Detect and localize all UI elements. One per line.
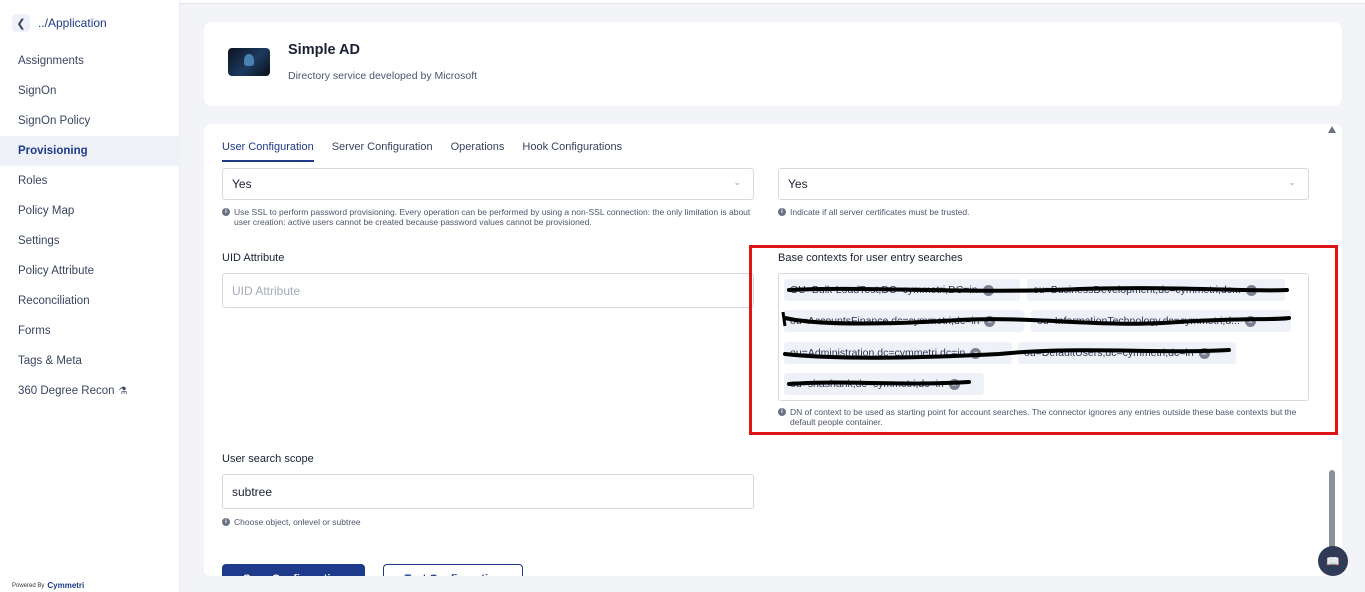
sidebar-item-roles[interactable]: Roles [0,166,180,196]
context-chip: ou=shashank,dc=cymmetri,dc=in × [784,373,984,395]
chip-label: ou=AccountsFinance,dc=cymmetri,dc=in [790,315,980,327]
app-title: Simple AD [288,42,360,58]
search-scope-value: subtree [232,484,273,499]
trust-hint: i Indicate if all server certificates mu… [778,207,1309,217]
search-scope-hint-text: Choose object, onlevel or subtree [234,517,361,527]
ssl-select[interactable]: Yes ⌄ [222,168,754,200]
back-label[interactable]: ../Application [38,16,107,30]
back-link[interactable]: ❮ ../Application [12,14,107,32]
trust-hint-text: Indicate if all server certificates must… [790,207,970,217]
sidebar-item-provisioning[interactable]: Provisioning [0,136,180,166]
chip-label: OU=Bulk-LoadTest,DC=cymmetri,DC=in [790,284,978,296]
ssl-select-value: Yes [232,177,252,191]
ssl-hint-text: Use SSL to perform password provisioning… [234,207,751,227]
base-contexts-hint-text: DN of context to be used as starting poi… [790,407,1297,427]
sidebar-item-label: Provisioning [18,145,88,157]
sidebar-item-settings[interactable]: Settings [0,226,180,256]
sidebar-item-forms[interactable]: Forms [0,316,180,346]
base-contexts-hint: i DN of context to be used as starting p… [778,407,1309,427]
powered-by: Powered By Cymmetri [12,581,84,590]
powered-by-label: Powered By [12,582,45,589]
context-chip: OU=Bulk-LoadTest,DC=cymmetri,DC=in × [784,279,1020,301]
sidebar-item-360-recon[interactable]: 360 Degree Recon ⚗ [0,376,180,406]
sidebar-item-label: Settings [18,235,60,247]
uid-placeholder: UID Attribute [232,283,301,298]
sidebar-item-policy-map[interactable]: Policy Map [0,196,180,226]
sidebar-item-label: Reconciliation [18,295,90,307]
remove-chip-icon[interactable]: × [948,378,960,390]
test-configuration-button[interactable]: Test Configuration [383,564,523,576]
sidebar-item-reconciliation[interactable]: Reconciliation [0,286,180,316]
sidebar-item-label: 360 Degree Recon [18,385,115,397]
sidebar-item-label: Assignments [18,55,84,67]
chevron-left-icon[interactable]: ❮ [12,14,30,32]
sidebar-nav: Assignments SignOn SignOn Policy Provisi… [0,46,180,406]
chip-label: ou=InformationTechnology,dc=cymmetri,d..… [1037,315,1240,327]
base-contexts-input[interactable]: OU=Bulk-LoadTest,DC=cymmetri,DC=in × ou=B… [778,273,1309,401]
app-logo [228,48,270,76]
tab-server-configuration[interactable]: Server Configuration [332,141,433,162]
uid-label: UID Attribute [222,252,285,264]
brand-logo: Cymmetri [47,581,85,590]
trust-select-value: Yes [788,177,808,191]
sidebar-item-label: Roles [18,175,48,187]
context-chip: ou=InformationTechnology,dc=cymmetri,d..… [1031,310,1291,332]
sidebar-item-label: Policy Map [18,205,75,217]
sidebar-item-signon[interactable]: SignOn [0,76,180,106]
sidebar-item-tags-meta[interactable]: Tags & Meta [0,346,180,376]
sidebar: ❮ ../Application Assignments SignOn Sign… [0,0,180,592]
uid-input[interactable]: UID Attribute [222,273,754,308]
trust-certificates-select[interactable]: Yes ⌄ [778,168,1309,200]
tab-operations[interactable]: Operations [451,141,505,162]
sidebar-item-label: SignOn [18,85,57,97]
context-chip: ou=Administration,dc=cymmetri,dc=in × [784,342,1012,364]
context-chip: ou=BusinessDevelopment,dc=cymmetri,dc...… [1027,279,1285,301]
app-subtitle: Directory service developed by Microsoft [288,70,478,82]
app-header-card: Simple AD Directory service developed by… [204,22,1342,106]
chevron-down-icon: ⌄ [1288,177,1296,187]
sidebar-item-assignments[interactable]: Assignments [0,46,180,76]
chip-label: ou=BusinessDevelopment,dc=cymmetri,dc... [1033,284,1241,296]
sidebar-item-label: Forms [18,325,51,337]
remove-chip-icon[interactable]: × [982,284,994,296]
info-icon: i [222,208,230,216]
info-icon: i [778,208,786,216]
scroll-up-icon[interactable] [1328,126,1336,133]
info-icon: i [222,518,230,526]
chip-label: ou=shashank,dc=cymmetri,dc=in [790,378,944,390]
chip-label: ou=Administration,dc=cymmetri,dc=in [790,347,966,359]
sidebar-item-policy-attribute[interactable]: Policy Attribute [0,256,180,286]
search-scope-label: User search scope [222,453,314,465]
flask-icon: ⚗ [118,385,128,397]
remove-chip-icon[interactable]: × [984,315,996,327]
context-chip: ou=AccountsFinance,dc=cymmetri,dc=in × [784,310,1024,332]
remove-chip-icon[interactable]: × [1244,315,1256,327]
sidebar-item-label: SignOn Policy [18,115,91,127]
remove-chip-icon[interactable]: × [1245,284,1257,296]
search-scope-hint: i Choose object, onlevel or subtree [222,517,754,527]
provisioning-card: User Configuration Server Configuration … [204,124,1342,576]
tab-user-configuration[interactable]: User Configuration [222,141,314,162]
info-icon: i [778,408,786,416]
remove-chip-icon[interactable]: × [970,347,982,359]
save-configuration-button[interactable]: Save Configuration [222,564,365,576]
remove-chip-icon[interactable]: × [1198,347,1210,359]
search-scope-input[interactable]: subtree [222,474,754,509]
sidebar-item-label: Tags & Meta [18,355,82,367]
tab-bar: User Configuration Server Configuration … [222,141,622,162]
ssl-hint: i Use SSL to perform password provisioni… [222,207,754,227]
base-contexts-label: Base contexts for user entry searches [778,252,963,264]
scrollbar[interactable] [1327,126,1337,576]
chevron-down-icon: ⌄ [733,177,741,187]
top-border [180,0,1365,4]
sidebar-item-label: Policy Attribute [18,265,95,277]
chip-label: ou=DefaultUsers,dc=cymmetri,dc=in [1024,347,1194,359]
sidebar-item-signon-policy[interactable]: SignOn Policy [0,106,180,136]
tab-hook-configurations[interactable]: Hook Configurations [522,141,622,162]
help-book-icon[interactable]: 📖 [1318,546,1348,576]
context-chip: ou=DefaultUsers,dc=cymmetri,dc=in × [1018,342,1236,364]
